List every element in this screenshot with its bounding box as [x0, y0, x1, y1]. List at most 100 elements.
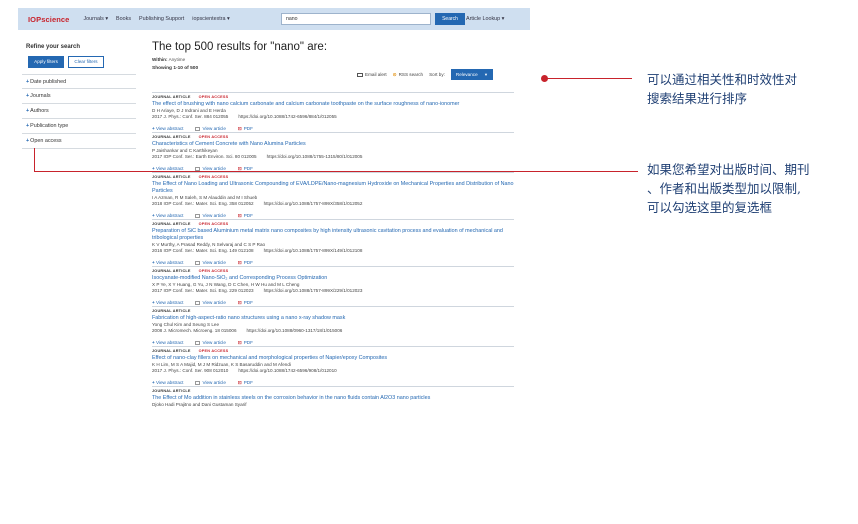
article-icon	[195, 126, 201, 131]
open-access-badge: OPEN ACCESS	[198, 269, 229, 273]
results-list: JOURNAL ARTICLE OPEN ACCESS The effect of …	[152, 92, 514, 408]
filter-callout-line-horizontal	[34, 171, 638, 172]
view-abstract-label: View abstract	[155, 213, 184, 218]
view-article-label: View article	[202, 300, 226, 305]
within-filter[interactable]: Within: Anytime	[152, 57, 514, 62]
result-citation: 2018 IOP Conf. Ser.: Mater. Sci. Eng. 35…	[152, 201, 514, 207]
article-type: JOURNAL ARTICLE	[152, 389, 191, 393]
result-title-link[interactable]: Isocyanate-modified Nano-SiO₂ and Corres…	[152, 275, 514, 282]
filter-item[interactable]: +Journals	[22, 89, 136, 104]
pdf-label: PDF	[243, 300, 253, 305]
expand-plus-icon: +	[26, 123, 30, 129]
result-meta: JOURNAL ARTICLE OPEN ACCESS	[152, 95, 514, 100]
result-item: JOURNAL ARTICLE OPEN ACCESS Isocyanate-mod…	[152, 266, 514, 306]
nav-journals[interactable]: Journals ▾	[83, 16, 108, 22]
search-input[interactable]: nano	[281, 13, 431, 25]
citation-text: 2017 J. Phys.: Conf. Ser. 884 012055	[152, 114, 229, 119]
result-title-link[interactable]: The effect of brushing with nano calcium…	[152, 101, 514, 108]
article-type: JOURNAL ARTICLE	[152, 349, 191, 353]
filter-list: +Date published +Journals +Authors +Publica…	[22, 74, 136, 149]
doi-link[interactable]: https://doi.org/10.1088/1755-1315/80/1/0…	[267, 154, 363, 159]
sort-callout-line	[546, 78, 632, 79]
open-access-badge: OPEN ACCESS	[198, 349, 229, 353]
nav-publishing-support[interactable]: Publishing Support	[139, 16, 184, 22]
filter-annotation-line: 如果您希望对出版时间、期刊	[647, 162, 810, 177]
result-title-link[interactable]: Fabrication of high-aspect-ratio nano st…	[152, 315, 514, 322]
filter-item[interactable]: +Open access	[22, 134, 136, 149]
view-abstract-label: View abstract	[155, 300, 184, 305]
sort-annotation-line: 可以通过相关性和时效性对	[647, 72, 798, 87]
filter-item[interactable]: +Authors	[22, 104, 136, 119]
result-title-link[interactable]: The Effect of Nano Loading and Ultrasoni…	[152, 181, 514, 195]
doi-link[interactable]: https://doi.org/10.1088/1742-6596/884/1/…	[238, 114, 336, 119]
result-citation: 2017 J. Phys.: Conf. Ser. 908 012010 http…	[152, 368, 514, 374]
result-item: JOURNAL ARTICLE OPEN ACCESS Effect of nano…	[152, 346, 514, 386]
filter-label: Journals	[30, 93, 51, 99]
result-citation: 2016 IOP Conf. Ser.: Mater. Sci. Eng. 14…	[152, 248, 514, 254]
result-citation: 2017 J. Phys.: Conf. Ser. 884 012055 http…	[152, 114, 514, 120]
result-title-link[interactable]: Preparation of SiC based Aluminium metal…	[152, 228, 514, 242]
pdf-label: PDF	[243, 380, 253, 385]
citation-text: 2017 IOP Conf. Ser.: Mater. Sci. Eng. 22…	[152, 288, 254, 293]
filter-item[interactable]: +Publication type	[22, 119, 136, 134]
email-alert-link[interactable]: Email alert	[357, 72, 387, 77]
doi-link[interactable]: https://doi.org/10.1088/1757-899X/229/1/…	[264, 288, 363, 293]
result-meta: JOURNAL ARTICLE	[152, 389, 514, 394]
envelope-icon	[357, 72, 363, 77]
pdf-icon: ⊡	[237, 300, 242, 305]
filter-label: Open access	[30, 138, 62, 144]
view-article-label: View article	[202, 260, 226, 265]
pdf-label: PDF	[243, 260, 253, 265]
result-item: JOURNAL ARTICLE OPEN ACCESS Preparation of…	[152, 219, 514, 266]
article-type: JOURNAL ARTICLE	[152, 95, 191, 99]
view-article-label: View article	[202, 213, 226, 218]
sort-annotation: 可以通过相关性和时效性对 搜索结果进行排序	[647, 70, 797, 108]
pdf-label: PDF	[243, 340, 253, 345]
sort-value: Relevance	[455, 72, 478, 77]
open-access-badge: OPEN ACCESS	[198, 135, 229, 139]
view-abstract-label: View abstract	[155, 340, 184, 345]
sort-select[interactable]: Relevance ▼	[450, 69, 493, 80]
article-type: JOURNAL ARTICLE	[152, 175, 191, 179]
search-button[interactable]: Search	[435, 13, 465, 25]
nav-iopscientextra[interactable]: iopscientextra ▾	[192, 16, 229, 22]
result-meta: JOURNAL ARTICLE OPEN ACCESS	[152, 175, 514, 180]
result-item: JOURNAL ARTICLE OPEN ACCESS The effect of …	[152, 92, 514, 132]
screenshot: IOPscience Journals ▾ Books Publishing S…	[0, 0, 858, 524]
within-value: Anytime	[168, 57, 186, 62]
article-lookup-menu[interactable]: Article Lookup ▾	[466, 13, 504, 25]
result-item: JOURNAL ARTICLE The Effect of Mo addition…	[152, 386, 514, 408]
result-meta: JOURNAL ARTICLE OPEN ACCESS	[152, 135, 514, 140]
pdf-icon: ⊡	[237, 340, 242, 345]
chevron-down-icon: ▼	[483, 72, 488, 77]
filter-item[interactable]: +Date published	[22, 74, 136, 89]
rss-label: RSS search	[398, 71, 424, 77]
view-abstract-label: View abstract	[155, 260, 184, 265]
result-title-link[interactable]: Effect of nano-clay fillers on mechanica…	[152, 355, 514, 362]
apply-filters-button[interactable]: Apply filters	[28, 56, 64, 68]
filter-label: Authors	[30, 108, 49, 114]
result-meta: JOURNAL ARTICLE OPEN ACCESS	[152, 269, 514, 274]
citation-text: 2017 J. Phys.: Conf. Ser. 908 012010	[152, 368, 229, 373]
doi-link[interactable]: https://doi.org/10.1088/0960-1317/18/1/0…	[247, 328, 343, 333]
doi-link[interactable]: https://doi.org/10.1088/1742-6596/908/1/…	[238, 368, 336, 373]
article-icon	[195, 213, 201, 218]
clear-filters-button[interactable]: Clear filters	[68, 56, 104, 68]
nav-books[interactable]: Books	[116, 16, 131, 22]
sort-annotation-line: 搜索结果进行排序	[647, 91, 748, 106]
results-toolbar: Email alert ⊙ RSS search Sort by: Relevan…	[357, 69, 493, 80]
filter-label: Publication type	[30, 123, 69, 129]
pdf-icon: ⊡	[237, 213, 242, 218]
pdf-icon: ⊡	[237, 126, 242, 131]
pdf-label: PDF	[243, 213, 253, 218]
doi-link[interactable]: https://doi.org/10.1088/1757-899X/149/1/…	[264, 248, 363, 253]
article-icon	[195, 340, 201, 345]
result-title-link[interactable]: Characteristics of Cement Concrete with …	[152, 141, 514, 148]
citation-text: 2016 IOP Conf. Ser.: Mater. Sci. Eng. 14…	[152, 248, 254, 253]
article-icon	[195, 380, 201, 385]
expand-plus-icon: +	[26, 108, 30, 114]
iopscience-logo[interactable]: IOPscience	[28, 15, 69, 24]
result-title-link[interactable]: The Effect of Mo addition in stainless s…	[152, 395, 514, 402]
rss-link[interactable]: ⊙ RSS search	[393, 72, 423, 78]
doi-link[interactable]: https://doi.org/10.1088/1757-899X/358/1/…	[264, 201, 363, 206]
